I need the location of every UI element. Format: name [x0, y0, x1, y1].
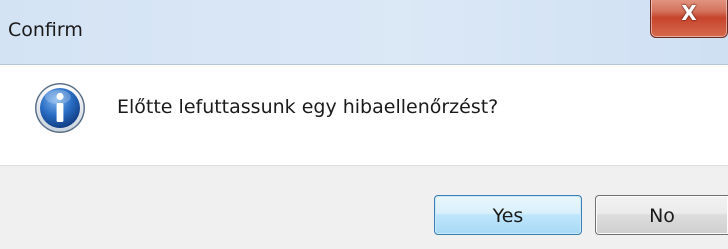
window-title: Confirm	[8, 19, 83, 41]
close-icon: X	[681, 1, 697, 25]
no-button[interactable]: No	[595, 195, 728, 235]
message-text: Előtte lefuttassunk egy hibaellenőrzést?	[117, 96, 499, 118]
title-bar[interactable]: Confirm X	[0, 0, 728, 65]
button-bar: Yes No	[0, 165, 728, 249]
confirm-dialog: Confirm X Előtte lefuttassunk egy hibael…	[0, 0, 728, 249]
yes-button[interactable]: Yes	[434, 195, 582, 235]
message-area: Előtte lefuttassunk egy hibaellenőrzést?	[0, 65, 728, 165]
close-button[interactable]: X	[650, 0, 728, 38]
info-icon	[35, 83, 85, 133]
